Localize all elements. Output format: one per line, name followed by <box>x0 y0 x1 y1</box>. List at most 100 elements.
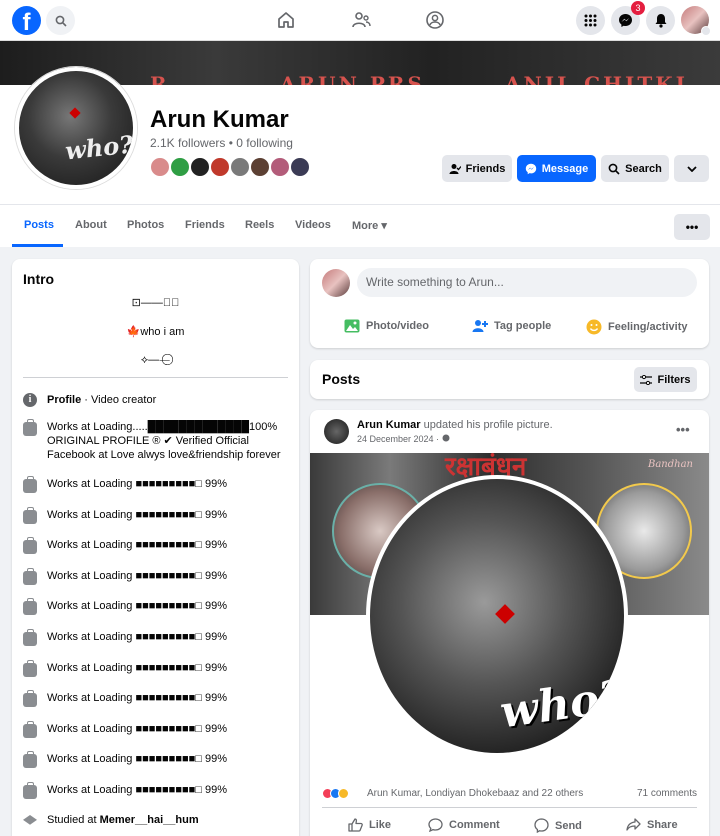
briefcase-icon <box>23 629 37 646</box>
briefcase-icon <box>23 419 37 436</box>
send-button[interactable]: Send <box>534 818 582 833</box>
filters-button[interactable]: Filters <box>634 367 697 392</box>
send-label: Send <box>555 819 582 832</box>
briefcase-icon <box>23 660 37 677</box>
search-button[interactable] <box>46 6 75 35</box>
people-icon <box>352 12 371 28</box>
comment-count[interactable]: 71 comments <box>637 788 697 799</box>
messenger-icon <box>619 14 632 27</box>
cover-text: ANIL CHITKI <box>505 72 688 85</box>
sliders-icon <box>640 374 653 385</box>
messenger-icon <box>525 163 536 174</box>
home-tab[interactable] <box>274 8 298 32</box>
cover-text: R <box>150 72 170 85</box>
smiley-icon <box>586 319 602 335</box>
graduation-cap-icon <box>23 815 37 825</box>
tab-about[interactable]: About <box>75 219 107 231</box>
tag-people-button[interactable]: Tag people <box>472 319 551 333</box>
tag-people-label: Tag people <box>494 320 552 332</box>
tag-people-icon <box>472 320 488 332</box>
follower-stats[interactable]: 2.1K followers • 0 following <box>150 136 293 150</box>
groups-icon <box>426 11 444 29</box>
briefcase-icon <box>23 690 37 707</box>
reaction-summary[interactable]: Arun Kumar, Londiyan Dhokebaaz and 22 ot… <box>322 788 697 800</box>
briefcase-icon <box>23 721 37 738</box>
work-text: Works at Loading.....█████████████100% O… <box>47 421 281 461</box>
friend-avatar[interactable] <box>209 156 231 178</box>
comment-button[interactable]: Comment <box>428 818 500 832</box>
more-options-button[interactable] <box>674 155 709 182</box>
friend-avatar[interactable] <box>169 156 191 178</box>
post-divider <box>322 807 697 808</box>
briefcase-icon <box>23 568 37 585</box>
friend-check-icon <box>449 163 461 174</box>
grid-menu-icon <box>584 14 597 27</box>
notifications-button[interactable] <box>646 6 675 35</box>
feeling-activity-button[interactable]: Feeling/activity <box>586 319 687 335</box>
friend-avatar[interactable] <box>149 156 171 178</box>
friends-tab[interactable] <box>349 8 373 32</box>
tab-videos[interactable]: Videos <box>295 219 331 231</box>
like-label: Like <box>369 819 392 831</box>
menu-button[interactable] <box>576 6 605 35</box>
friend-avatar[interactable] <box>249 156 271 178</box>
tab-more[interactable]: More ▾ <box>352 219 387 232</box>
post-options-button[interactable]: ••• <box>676 422 690 437</box>
like-button[interactable]: Like <box>348 818 391 832</box>
share-label: Share <box>647 818 678 831</box>
photo-video-label: Photo/video <box>366 320 429 332</box>
profile-search-button[interactable]: Search <box>601 155 669 182</box>
tabs-more-button[interactable]: ••• <box>674 214 710 240</box>
intro-card: Intro ⊡——⃝⟡ 🍁who i am ⟡——⃝ i Profile · V… <box>12 259 299 836</box>
account-chevron-icon[interactable] <box>701 26 711 36</box>
profile-name: Arun Kumar <box>150 106 289 133</box>
share-button[interactable]: Share <box>626 818 678 831</box>
post-date-text: 24 December 2024 · <box>357 434 442 444</box>
friend-avatar[interactable] <box>189 156 211 178</box>
search-icon <box>608 163 620 175</box>
work-text: Works at Loading ■■■■■■■■■□ 99% <box>47 570 227 582</box>
photo-video-button[interactable]: Photo/video <box>344 319 429 333</box>
thumbs-up-icon <box>348 818 363 832</box>
tab-reels[interactable]: Reels <box>245 219 274 231</box>
work-text: Works at Loading ■■■■■■■■■□ 99% <box>47 631 227 643</box>
briefcase-icon <box>23 537 37 554</box>
work-text: Works at Loading ■■■■■■■■■□ 99% <box>47 753 227 765</box>
post-timestamp[interactable]: 24 December 2024 · <box>357 434 450 444</box>
composer-input[interactable]: Write something to Arun... <box>357 268 697 297</box>
posts-heading: Posts <box>322 371 361 387</box>
messenger-button[interactable]: 3 <box>611 1 645 35</box>
post-card: Arun Kumar updated his profile picture. … <box>310 410 709 836</box>
work-text: Works at Loading ■■■■■■■■■□ 99% <box>47 784 227 796</box>
school-name[interactable]: Memer__hai__hum <box>100 814 199 826</box>
info-icon: i <box>23 393 37 407</box>
intro-title: Intro <box>23 271 55 287</box>
message-button[interactable]: Message <box>517 155 596 182</box>
post-author-line: Arun Kumar updated his profile picture. <box>357 419 553 431</box>
friend-avatar[interactable] <box>269 156 291 178</box>
facebook-logo[interactable]: f <box>12 6 41 35</box>
post-image[interactable]: रक्षाबंधन Bandhan who? <box>310 452 709 778</box>
tab-friends[interactable]: Friends <box>185 219 225 231</box>
profile-picture[interactable]: who? <box>15 67 137 189</box>
friends-button[interactable]: Friends <box>442 155 512 182</box>
home-icon <box>278 12 294 28</box>
composer-avatar[interactable] <box>322 269 350 297</box>
tab-photos[interactable]: Photos <box>127 219 164 231</box>
share-icon <box>626 818 641 831</box>
posts-header: Posts Filters <box>310 360 709 399</box>
work-text: Works at Loading ■■■■■■■■■□ 99% <box>47 509 227 521</box>
heart-icon <box>69 107 81 119</box>
post-author-avatar[interactable] <box>324 419 349 444</box>
search-icon <box>55 15 67 27</box>
profile-picture-circle: who? <box>366 475 628 757</box>
globe-icon <box>442 434 450 442</box>
tab-posts[interactable]: Posts <box>24 219 54 231</box>
post-author-name[interactable]: Arun Kumar <box>357 419 421 431</box>
profile-label: Profile <box>47 394 82 406</box>
friend-avatar[interactable] <box>289 156 311 178</box>
briefcase-icon <box>23 751 37 768</box>
groups-tab[interactable] <box>423 8 447 32</box>
work-text: Works at Loading ■■■■■■■■■□ 99% <box>47 723 227 735</box>
friend-avatar[interactable] <box>229 156 251 178</box>
